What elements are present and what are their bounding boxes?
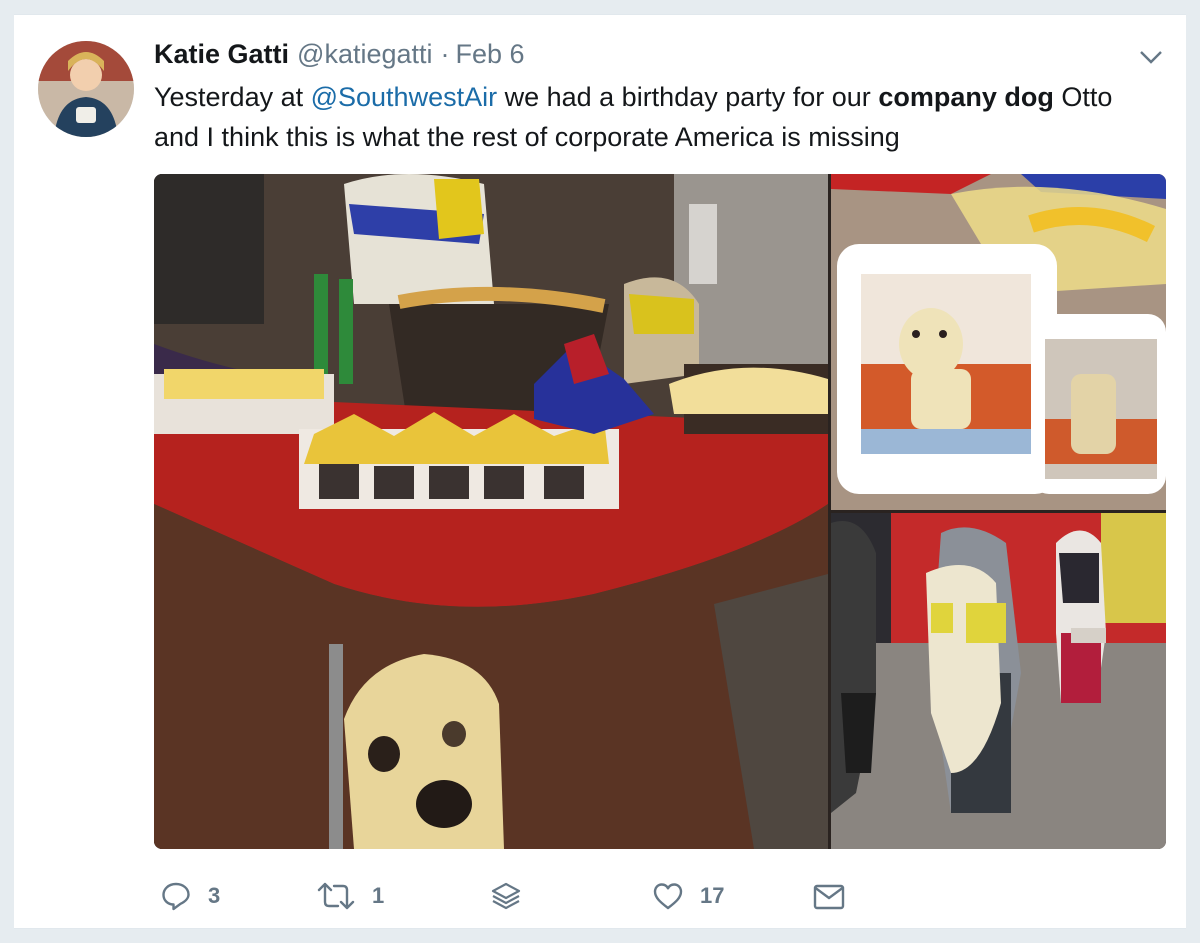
tweet-text: Yesterday at @SouthwestAir we had a birt… [154,77,1164,157]
dog-cookies-photo[interactable] [831,174,1166,510]
user-avatar[interactable] [38,41,134,137]
user-handle[interactable]: @katiegatti [297,39,432,70]
tweet-text-bold: company dog [878,82,1054,112]
header-separator: · [440,39,450,69]
tweet-card[interactable]: Katie Gatti @katiegatti · Feb 6 Yesterda… [14,14,1186,929]
chevron-down-icon [1140,51,1162,64]
stack-button[interactable] [490,875,522,917]
tweet-timestamp[interactable]: Feb 6 [456,39,525,70]
tweet-menu-button[interactable] [1138,47,1164,67]
dog-held-photo[interactable] [831,513,1166,849]
retweet-icon [317,882,355,910]
tweet-text-part: we had a birthday party for our [497,82,879,112]
like-button[interactable]: 17 [652,875,724,917]
tweet-header: Katie Gatti @katiegatti · Feb 6 [154,39,525,73]
display-name[interactable]: Katie Gatti [154,39,289,70]
media-grid [154,174,1166,849]
envelope-icon [813,884,845,910]
reply-count: 3 [208,883,221,908]
dog-held-image [831,513,1166,849]
retweet-count: 1 [372,883,385,908]
party-table-photo[interactable] [154,174,828,849]
avatar-icon [38,41,134,137]
heart-icon [653,883,683,910]
party-table-image [154,174,828,849]
direct-message-button[interactable] [812,875,846,917]
dog-cookies-image [831,174,1166,510]
stack-icon [491,882,521,910]
tweet-actions: 3 1 17 [154,875,854,917]
reply-button[interactable]: 3 [160,875,220,917]
retweet-button[interactable]: 1 [316,875,384,917]
tweet-text-part: Yesterday at [154,82,311,112]
like-count: 17 [700,883,725,908]
mention-link[interactable]: @SouthwestAir [311,82,497,112]
reply-icon [162,882,190,911]
